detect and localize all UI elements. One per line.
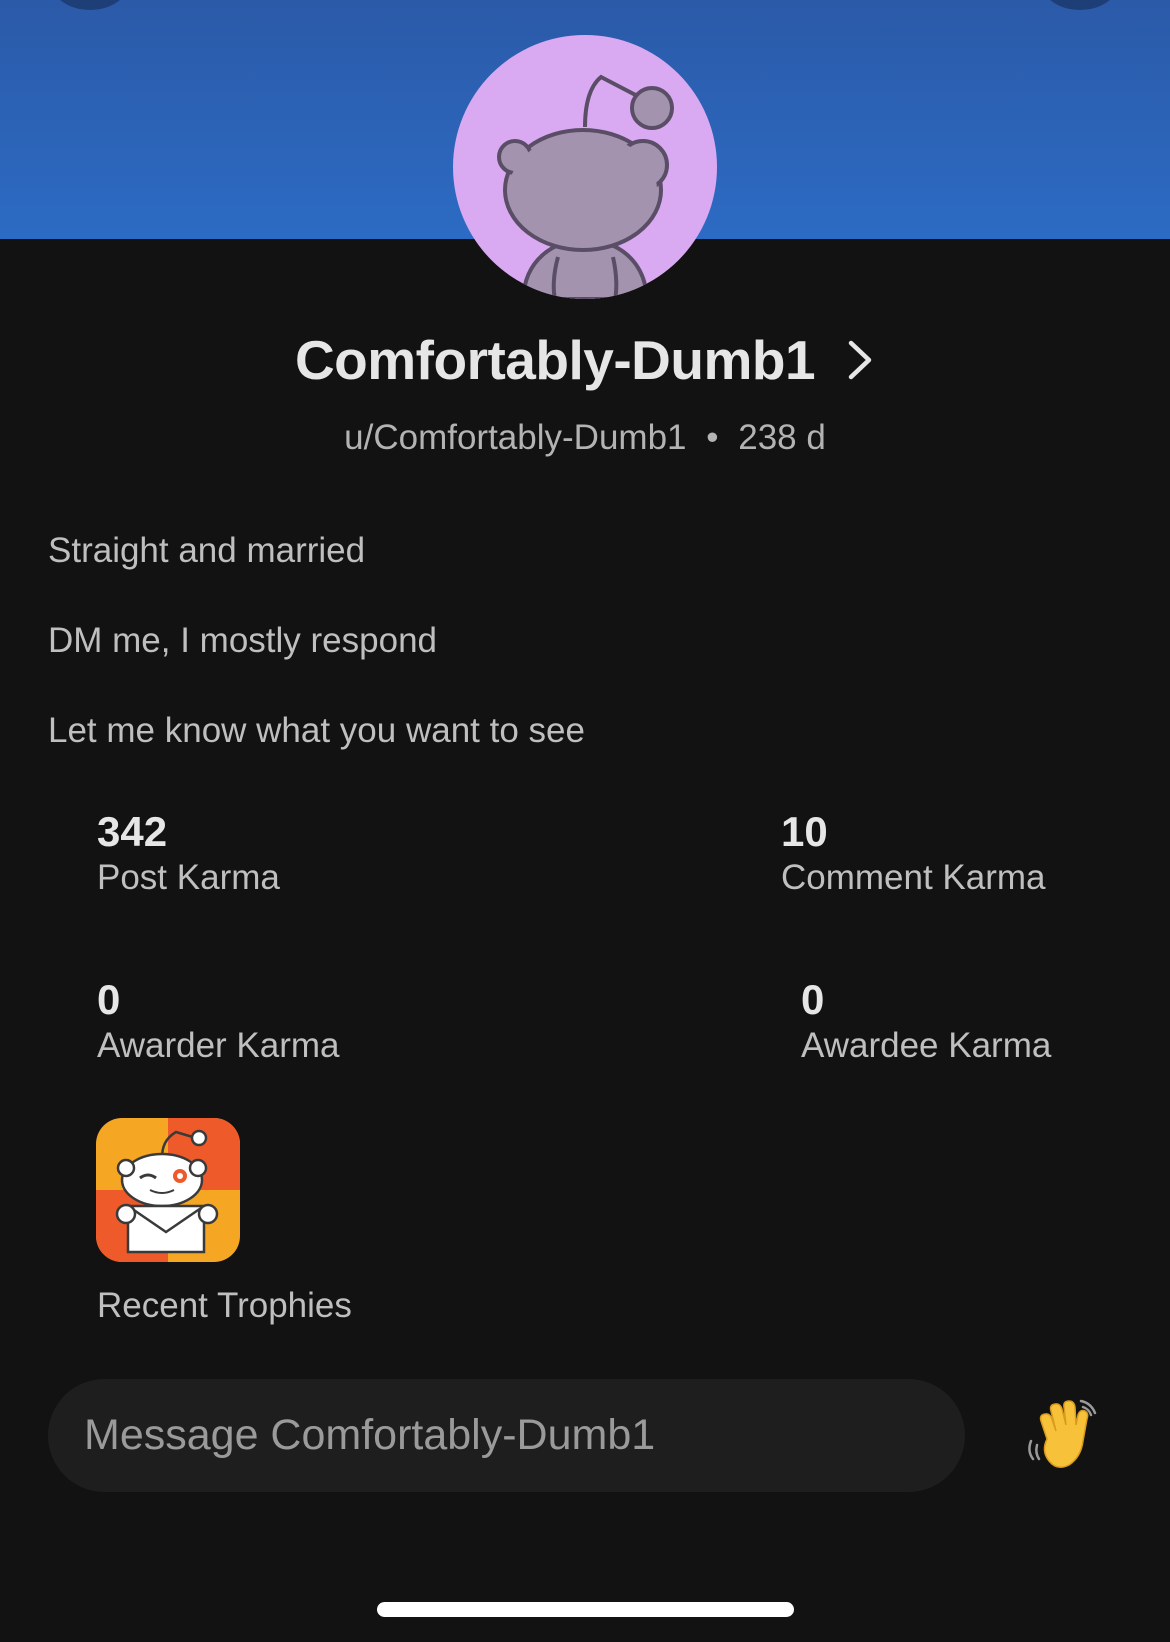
more-options-button[interactable]: [1040, 0, 1120, 10]
message-input[interactable]: [48, 1379, 965, 1492]
awarder-karma-label: Awarder Karma: [97, 1026, 340, 1065]
username: u/Comfortably-Dumb1: [344, 418, 687, 457]
recent-trophies-label: Recent Trophies: [97, 1286, 352, 1325]
post-karma-value: 342: [97, 808, 168, 855]
stat-awardee-karma: 0 Awardee Karma: [801, 976, 1051, 1068]
stat-awarder-karma: 0 Awarder Karma: [97, 976, 340, 1068]
chevron-right-icon: [848, 340, 872, 380]
meta-separator: •: [706, 418, 719, 457]
avatar[interactable]: [453, 35, 717, 299]
stat-post-karma: 342 Post Karma: [97, 808, 280, 900]
display-name: Comfortably-Dumb1: [294, 329, 816, 391]
comment-karma-value: 10: [781, 808, 828, 855]
back-button[interactable]: [50, 0, 130, 10]
awardee-karma-value: 0: [801, 976, 825, 1023]
stat-comment-karma: 10 Comment Karma: [781, 808, 1046, 900]
post-karma-label: Post Karma: [97, 858, 280, 897]
bio-line: Let me know what you want to see: [48, 711, 585, 750]
wave-button[interactable]: [1025, 1395, 1105, 1475]
verified-email-trophy-icon: [96, 1118, 240, 1262]
bio-line: DM me, I mostly respond: [48, 621, 437, 660]
awarder-karma-value: 0: [97, 976, 121, 1023]
comment-karma-label: Comment Karma: [781, 858, 1046, 897]
bio-line: Straight and married: [48, 531, 366, 570]
trophy-item[interactable]: [96, 1118, 240, 1262]
home-indicator[interactable]: [377, 1602, 794, 1617]
snoo-avatar-icon: [497, 74, 674, 299]
waving-hand-icon: [1028, 1399, 1097, 1468]
awardee-karma-label: Awardee Karma: [801, 1026, 1052, 1065]
profile-bio: Straight and married DM me, I mostly res…: [48, 530, 1118, 800]
display-name-row[interactable]: Comfortably-Dumb1: [0, 325, 1170, 395]
profile-meta: u/Comfortably-Dumb1 • 238 d: [0, 418, 1170, 458]
account-age: 238 d: [738, 418, 826, 457]
